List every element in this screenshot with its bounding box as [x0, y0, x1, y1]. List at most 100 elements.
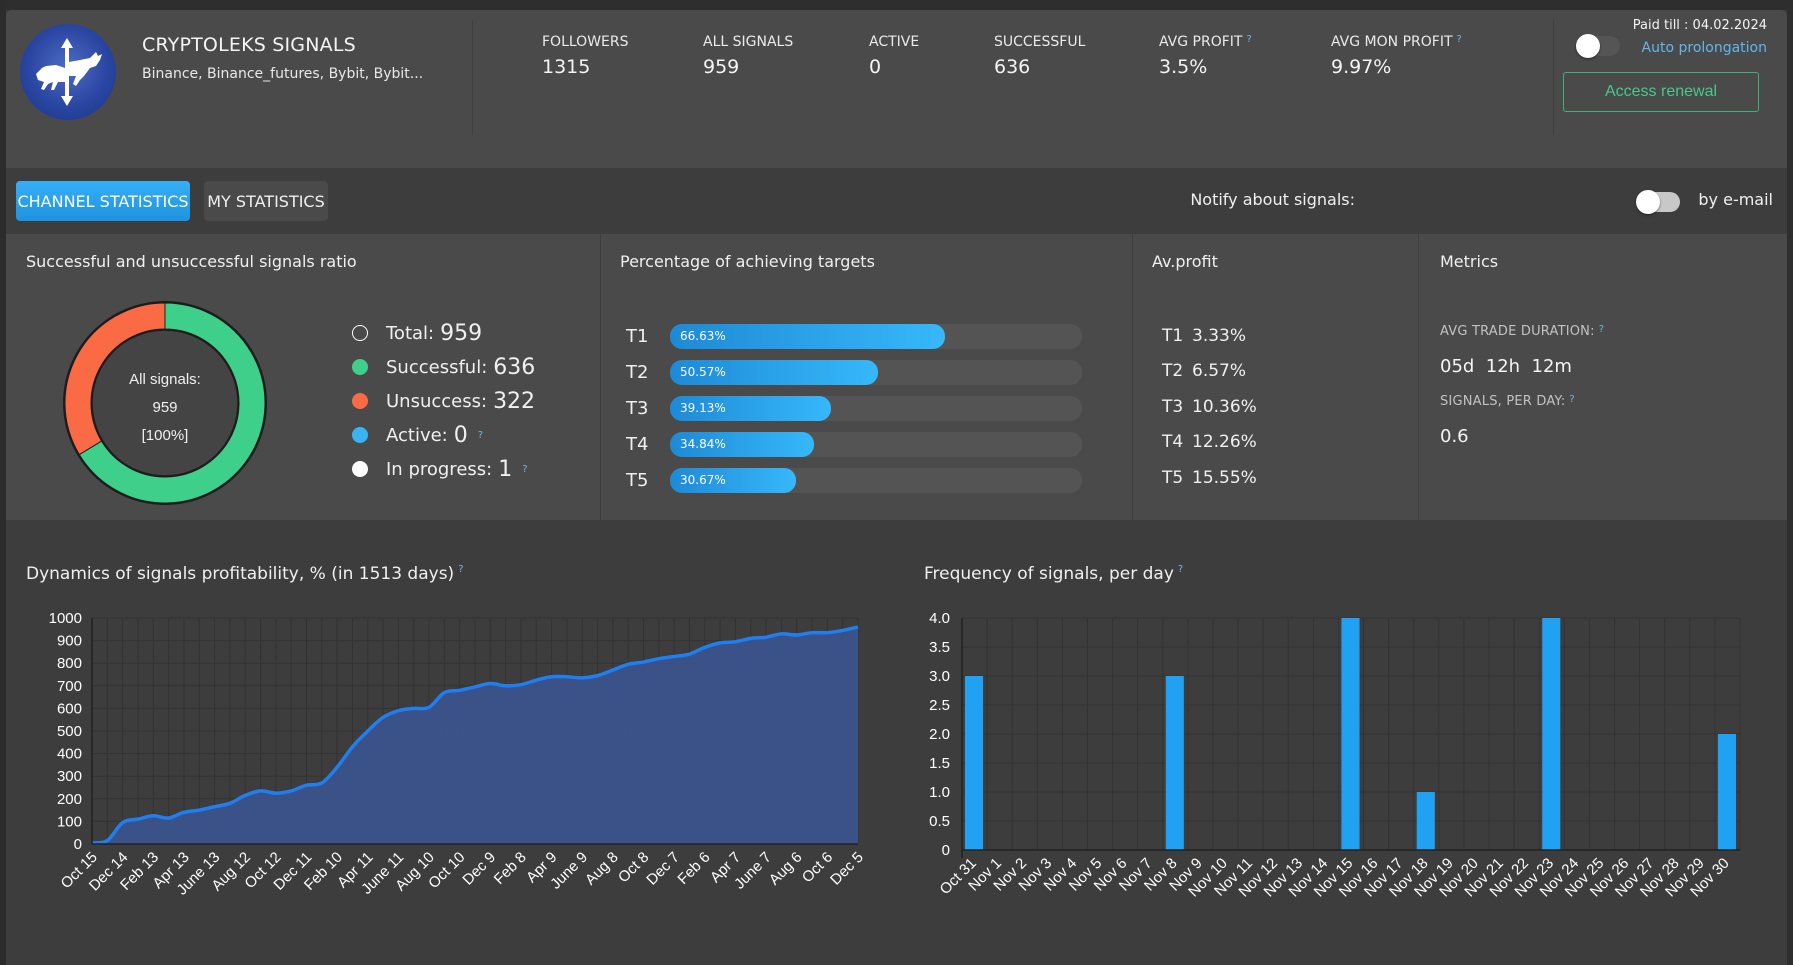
avprofit-panel-title: Av.profit [1152, 252, 1218, 271]
auto-prolongation-link[interactable]: Auto prolongation [1642, 40, 1767, 56]
y-tick-label: 2.5 [929, 697, 950, 714]
x-tick-label: Dec 7 [643, 849, 683, 889]
targets-bars: T1 66.63% T2 50.57% T3 39.13% T4 34.84% T5 30… [626, 318, 1082, 498]
help-icon[interactable]: ? [1457, 34, 1462, 45]
help-icon[interactable]: ? [1569, 394, 1575, 405]
target-row: T2 50.57% [626, 354, 1082, 390]
donut-center-value: 959 [152, 399, 177, 416]
stat-value: 9.97% [1331, 56, 1392, 78]
hollow-circle-icon [352, 325, 368, 341]
bar [1341, 618, 1360, 850]
y-tick-label: 600 [57, 700, 82, 717]
tabs-bar: CHANNEL STATISTICS MY STATISTICS Notify … [6, 168, 1787, 234]
avprofit-row: T5 15.55% [1162, 460, 1257, 496]
avprofit-target: T1 [1162, 325, 1184, 346]
avprofit-target: T4 [1162, 432, 1184, 453]
metric-label-text: AVG TRADE DURATION: [1440, 324, 1595, 339]
stat-all-signals: ALL SIGNALS 959 [703, 34, 793, 78]
progress-track: 30.67% [670, 467, 1082, 493]
y-tick-label: 300 [57, 768, 82, 785]
legend-total: Total: 959 [352, 316, 535, 350]
help-icon[interactable]: ? [1599, 324, 1605, 335]
by-email-label: by e-mail [1698, 190, 1773, 209]
y-tick-label: 700 [57, 678, 82, 695]
avprofit-value: 3.33% [1192, 325, 1247, 346]
tab-channel-statistics[interactable]: CHANNEL STATISTICS [16, 181, 190, 221]
legend-label: Successful: [386, 356, 488, 378]
progress-track: 39.13% [670, 395, 1082, 421]
target-label: T5 [626, 469, 649, 491]
legend-value: 322 [493, 388, 536, 414]
metrics-panel-title: Metrics [1440, 252, 1499, 271]
charts-area: Dynamics of signals profitability, % (in… [6, 520, 1787, 965]
y-tick-label: 0.5 [929, 813, 950, 830]
stats-row: Successful and unsuccessful signals rati… [6, 234, 1787, 520]
stat-value: 959 [703, 56, 740, 78]
target-label: T4 [626, 433, 649, 455]
target-row: T4 34.84% [626, 426, 1082, 462]
bar [1165, 676, 1184, 850]
y-tick-label: 4.0 [929, 610, 950, 627]
x-tick-label: Aug 8 [582, 849, 622, 889]
progress-text: 34.84% [680, 436, 726, 451]
y-tick-label: 1.0 [929, 784, 950, 801]
header-divider [472, 20, 473, 135]
progress-fill: 34.84% [670, 431, 814, 457]
stat-followers: FOLLOWERS 1315 [542, 34, 629, 78]
auto-prolongation-toggle[interactable] [1576, 34, 1620, 58]
donut-center-pct: [100%] [142, 427, 189, 444]
chart-title-text: Dynamics of signals profitability, % (in… [26, 564, 455, 584]
page: CRYPTOLEKS SIGNALS Binance, Binance_futu… [0, 0, 1793, 965]
progress-track: 34.84% [670, 431, 1082, 457]
avprofit-row: T2 6.57% [1162, 354, 1257, 390]
target-row: T3 39.13% [626, 390, 1082, 426]
channel-header: CRYPTOLEKS SIGNALS Binance, Binance_futu… [6, 10, 1787, 168]
white-dot-icon [352, 461, 368, 477]
y-tick-label: 400 [57, 746, 82, 763]
progress-fill: 30.67% [670, 467, 797, 493]
x-tick-label: Dec 5 [827, 849, 867, 889]
legend-value: 0 [453, 422, 468, 448]
progress-fill: 50.57% [670, 359, 879, 385]
tab-my-statistics[interactable]: MY STATISTICS [204, 181, 328, 221]
y-tick-label: 800 [57, 655, 82, 672]
legend-value: 636 [493, 354, 536, 380]
progress-fill: 66.63% [670, 323, 945, 349]
help-icon[interactable]: ? [458, 564, 463, 575]
legend-label: Total: [386, 322, 435, 344]
avprofit-target: T2 [1162, 361, 1184, 382]
stat-avg-mon-profit: AVG MON PROFIT? 9.97% [1331, 34, 1462, 78]
access-renewal-button[interactable]: Access renewal [1563, 72, 1759, 112]
y-tick-label: 1000 [49, 610, 82, 627]
avprofit-value: 6.57% [1192, 361, 1247, 382]
toggle-knob [1576, 34, 1600, 58]
progress-text: 66.63% [680, 328, 726, 343]
y-tick-label: 2.0 [929, 726, 950, 743]
bar [965, 676, 984, 850]
y-tick-label: 0 [74, 836, 82, 853]
stat-label: AVG PROFIT [1159, 34, 1243, 50]
help-icon[interactable]: ? [522, 464, 527, 475]
help-icon[interactable]: ? [1178, 564, 1183, 575]
stat-label: SUCCESSFUL [994, 34, 1086, 50]
help-icon[interactable]: ? [478, 430, 483, 441]
panel-divider [1418, 234, 1419, 520]
x-tick-label: Feb 8 [491, 849, 530, 888]
targets-panel-title: Percentage of achieving targets [620, 252, 875, 271]
chart-title-text: Frequency of signals, per day [924, 564, 1174, 584]
email-notify-toggle[interactable] [1636, 190, 1680, 214]
progress-track: 50.57% [670, 359, 1082, 385]
metric-label-text: SIGNALS, PER DAY: [1440, 394, 1566, 409]
stat-active: ACTIVE 0 [869, 34, 919, 78]
avprofit-value: 12.26% [1192, 432, 1257, 453]
signals-per-day-label: SIGNALS, PER DAY:? [1440, 394, 1575, 409]
stat-value: 1315 [542, 56, 591, 78]
stat-value: 636 [994, 56, 1031, 78]
stat-value: 3.5% [1159, 56, 1208, 78]
help-icon[interactable]: ? [1246, 34, 1251, 45]
legend-label: Active: [386, 424, 448, 446]
progress-text: 39.13% [680, 400, 726, 415]
panel-divider [1132, 234, 1133, 520]
legend-in-progress: In progress: 1? [352, 452, 535, 486]
paid-till: Paid till : 04.02.2024 [1632, 18, 1767, 33]
